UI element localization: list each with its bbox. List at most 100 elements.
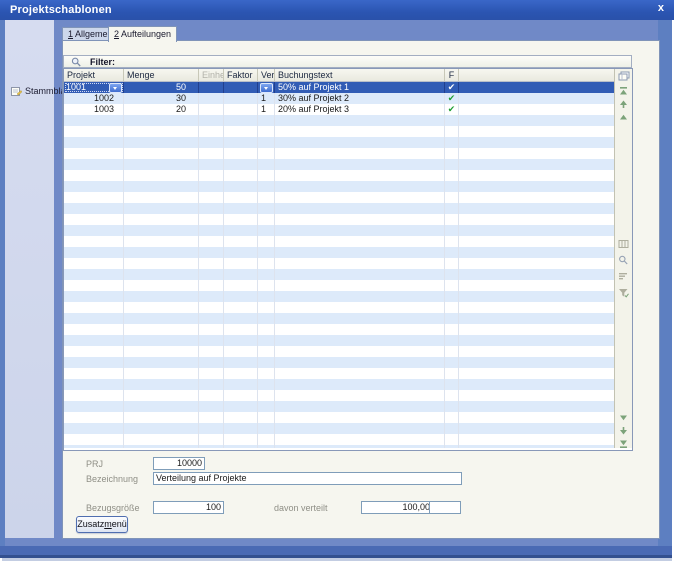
grid-cell-filler[interactable]: [459, 82, 614, 93]
grid-cell-vera[interactable]: [258, 247, 275, 258]
grid-cell-f[interactable]: [445, 258, 459, 269]
grid-row-empty[interactable]: [64, 379, 614, 390]
grid-cell-buchungstext[interactable]: [275, 115, 445, 126]
grid-cell-vera[interactable]: [258, 313, 275, 324]
grid-cell-projekt[interactable]: [64, 148, 124, 159]
grid-cell-faktor[interactable]: [224, 247, 258, 258]
grid-cell-f[interactable]: [445, 203, 459, 214]
grid-cell-f[interactable]: [445, 423, 459, 434]
column-header-projekt[interactable]: Projekt: [64, 69, 124, 81]
grid-cell-filler[interactable]: [459, 126, 614, 137]
grid-cell-f[interactable]: [445, 313, 459, 324]
grid-cell-filler[interactable]: [459, 445, 614, 448]
grid-cell-buchungstext[interactable]: [275, 423, 445, 434]
grid-cell-buchungstext[interactable]: [275, 434, 445, 445]
grid-cell-buchungstext[interactable]: [275, 159, 445, 170]
grid-cell-projekt[interactable]: 1003: [64, 104, 124, 115]
grid-row-empty[interactable]: [64, 313, 614, 324]
grid-cell-vera[interactable]: [258, 192, 275, 203]
grid-cell-buchungstext[interactable]: [275, 324, 445, 335]
grid-cell-f[interactable]: [445, 137, 459, 148]
grid-cell-filler[interactable]: [459, 269, 614, 280]
grid-cell-vera[interactable]: [258, 302, 275, 313]
grid-row-empty[interactable]: [64, 324, 614, 335]
grid-cell-menge[interactable]: [124, 324, 199, 335]
grid-body[interactable]: 100150150% auf Projekt 1✔100230130% auf …: [64, 82, 614, 448]
bezugsgroesse-field[interactable]: 100: [153, 501, 224, 514]
grid-row-empty[interactable]: [64, 203, 614, 214]
grid-row-empty[interactable]: [64, 214, 614, 225]
grid-cell-buchungstext[interactable]: [275, 269, 445, 280]
grid-cell-vera[interactable]: [258, 280, 275, 291]
grid-cell-menge[interactable]: [124, 126, 199, 137]
grid-cell-f[interactable]: [445, 269, 459, 280]
grid-row-empty[interactable]: [64, 137, 614, 148]
grid-cell-filler[interactable]: [459, 302, 614, 313]
grid-cell-einheit[interactable]: [199, 159, 224, 170]
grid-cell-f[interactable]: [445, 302, 459, 313]
grid-cell-faktor[interactable]: [224, 82, 258, 93]
grid-cell-menge[interactable]: [124, 203, 199, 214]
grid-cell-faktor[interactable]: [224, 236, 258, 247]
column-header-faktor[interactable]: Faktor: [224, 69, 258, 81]
grid-cell-einheit[interactable]: [199, 214, 224, 225]
grid-cell-projekt[interactable]: [64, 445, 124, 448]
grid-cell-einheit[interactable]: [199, 390, 224, 401]
grid-cell-f[interactable]: [445, 115, 459, 126]
grid-cell-f[interactable]: [445, 379, 459, 390]
grid-cell-faktor[interactable]: [224, 225, 258, 236]
grid-row-empty[interactable]: [64, 280, 614, 291]
grid-cell-filler[interactable]: [459, 313, 614, 324]
grid-cell-einheit[interactable]: [199, 170, 224, 181]
grid-cell-faktor[interactable]: [224, 170, 258, 181]
grid-cell-faktor[interactable]: [224, 368, 258, 379]
grid-cell-f[interactable]: [445, 357, 459, 368]
grid-cell-faktor[interactable]: [224, 412, 258, 423]
grid-cell-einheit[interactable]: [199, 203, 224, 214]
grid-cell-faktor[interactable]: [224, 445, 258, 448]
grid-cell-buchungstext[interactable]: [275, 203, 445, 214]
grid-cell-buchungstext[interactable]: [275, 401, 445, 412]
grid-cell-buchungstext[interactable]: [275, 313, 445, 324]
grid-cell-faktor[interactable]: [224, 148, 258, 159]
grid-cell-projekt[interactable]: [64, 412, 124, 423]
grid-cell-faktor[interactable]: [224, 357, 258, 368]
grid-cell-f[interactable]: [445, 181, 459, 192]
grid-cell-menge[interactable]: [124, 269, 199, 280]
grid-cell-filler[interactable]: [459, 324, 614, 335]
grid-cell-f[interactable]: [445, 192, 459, 203]
grid-cell-projekt[interactable]: [64, 214, 124, 225]
grid-row-empty[interactable]: [64, 423, 614, 434]
grid-cell-einheit[interactable]: [199, 258, 224, 269]
grid-cell-menge[interactable]: [124, 148, 199, 159]
grid-cell-buchungstext[interactable]: [275, 357, 445, 368]
grid-cell-buchungstext[interactable]: [275, 236, 445, 247]
scroll-down-icon[interactable]: [618, 426, 629, 436]
grid-cell-menge[interactable]: [124, 434, 199, 445]
grid-cell-vera[interactable]: [258, 423, 275, 434]
prj-field[interactable]: 10000: [153, 457, 205, 470]
row-up-icon[interactable]: [618, 112, 629, 121]
scroll-top-icon[interactable]: [618, 86, 629, 96]
grid-cell-vera[interactable]: [258, 269, 275, 280]
grid-cell-faktor[interactable]: [224, 434, 258, 445]
search-icon[interactable]: [618, 255, 629, 265]
grid-row-empty[interactable]: [64, 247, 614, 258]
grid-row-empty[interactable]: [64, 258, 614, 269]
grid-cell-einheit[interactable]: [199, 181, 224, 192]
grid-cell-einheit[interactable]: [199, 445, 224, 448]
grid-row-empty[interactable]: [64, 357, 614, 368]
grid-cell-filler[interactable]: [459, 104, 614, 115]
grid-cell-menge[interactable]: [124, 181, 199, 192]
grid-cell-faktor[interactable]: [224, 115, 258, 126]
grid-row-empty[interactable]: [64, 225, 614, 236]
grid-cell-menge[interactable]: [124, 335, 199, 346]
grid-cell-filler[interactable]: [459, 159, 614, 170]
grid-cell-buchungstext[interactable]: [275, 137, 445, 148]
grid-cell-vera[interactable]: [258, 159, 275, 170]
grid-cell-f[interactable]: [445, 247, 459, 258]
grid-cell-einheit[interactable]: [199, 126, 224, 137]
grid-cell-einheit[interactable]: [199, 291, 224, 302]
grid-cell-buchungstext[interactable]: [275, 280, 445, 291]
grid-cell-projekt[interactable]: [64, 324, 124, 335]
